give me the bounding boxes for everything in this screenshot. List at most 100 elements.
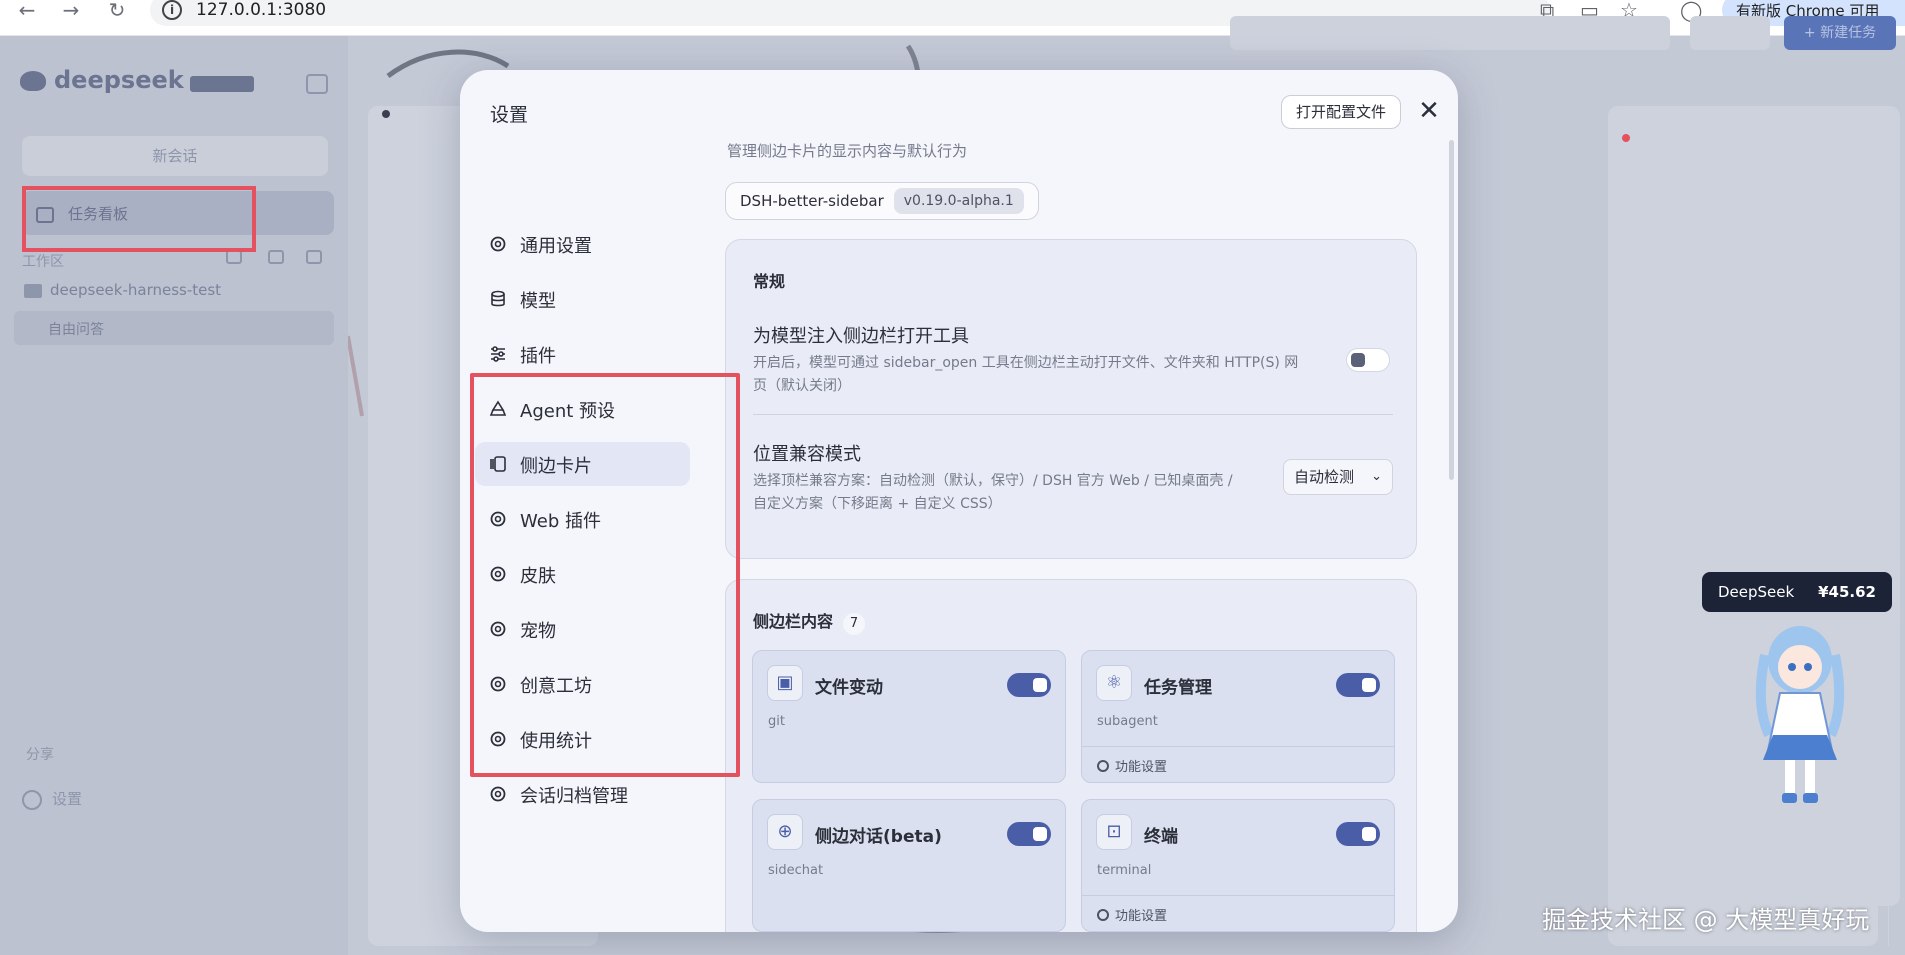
gear-icon — [1097, 909, 1109, 921]
sidebar-content-heading-text: 侧边栏内容 — [753, 612, 834, 631]
version-badge — [190, 76, 254, 92]
inject-tool-description: 开启后，模型可通过 sidebar_open 工具在侧边栏主动打开文件、文件夹和… — [753, 352, 1323, 398]
card-toggle[interactable] — [1336, 822, 1380, 846]
card-subtitle: sidechat — [768, 863, 824, 878]
compat-mode-select[interactable]: 自动检测 ⌄ — [1283, 459, 1393, 495]
card-terminal[interactable]: ⊡ 终端 terminal 功能设置 — [1081, 799, 1395, 932]
provider-name: DeepSeek — [1718, 583, 1795, 601]
gear-icon — [490, 786, 506, 802]
plugin-name: DSH-better-sidebar — [740, 192, 884, 210]
compat-mode-description: 选择顶栏兼容方案：自动检测（默认，保守）/ DSH 官方 Web / 已知桌面壳… — [753, 470, 1323, 516]
site-info-icon[interactable]: i — [162, 0, 182, 20]
nav-item-label: 会话归档管理 — [520, 786, 628, 807]
mascot-pet-image[interactable] — [1745, 615, 1855, 810]
settings-label: 设置 — [52, 790, 83, 808]
chevron-down-icon: ⌄ — [1371, 469, 1382, 484]
inject-tool-toggle[interactable] — [1346, 348, 1390, 372]
chat-item[interactable]: 自由问答 — [14, 311, 334, 345]
atom-icon: ⚛ — [1096, 665, 1132, 701]
add-folder-icon[interactable] — [306, 250, 322, 264]
gear-icon — [1097, 760, 1109, 772]
feature-settings-link[interactable]: 功能设置 — [1082, 746, 1394, 782]
bg-sidebar: deepseek 新会话 任务看板 工作区 deepseek-harness-t… — [0, 36, 348, 955]
feature-settings-link[interactable]: 功能设置 — [1082, 895, 1394, 931]
card-task-management[interactable]: ⚛ 任务管理 subagent 功能设置 — [1081, 650, 1395, 783]
share-button[interactable]: 分享 — [26, 744, 54, 764]
url-text: 127.0.0.1:3080 — [196, 0, 327, 20]
scrollbar[interactable] — [1449, 140, 1454, 480]
plugin-info-pill: DSH-better-sidebar v0.19.0-alpha.1 — [725, 182, 1039, 220]
compat-desc-line-2: 自定义方案（下移距离 + 自定义 CSS） — [753, 496, 1002, 512]
inject-tool-title: 为模型注入侧边栏打开工具 — [753, 326, 969, 347]
nav-item-label: 通用设置 — [520, 236, 592, 257]
watermark-text: 掘金技术社区 @ 大模型真好玩 — [1542, 906, 1870, 934]
sidebar-content-heading: 侧边栏内容 7 — [753, 608, 866, 635]
done-column-dot — [1622, 130, 1638, 146]
divider — [753, 414, 1393, 415]
project-label: deepseek-harness-test — [50, 281, 222, 299]
version-badge: v0.19.0-alpha.1 — [893, 188, 1024, 214]
nav-item-label: 模型 — [520, 291, 556, 312]
bg-filter-button[interactable] — [1690, 16, 1770, 50]
compat-desc-line-1: 选择顶栏兼容方案：自动检测（默认，保守）/ DSH 官方 Web / 已知桌面壳… — [753, 473, 1233, 489]
workspace-section-label: 工作区 — [22, 254, 64, 270]
card-sidechat[interactable]: ⊕ 侧边对话(beta) sidechat — [752, 799, 1066, 932]
grid-icon[interactable] — [268, 250, 284, 264]
card-title: 文件变动 — [815, 678, 883, 698]
general-panel: 常规 为模型注入侧边栏打开工具 开启后，模型可通过 sidebar_open 工… — [725, 239, 1417, 559]
terminal-icon: ⊡ — [1096, 814, 1132, 850]
highlight-box-task-board — [22, 186, 256, 252]
count-badge: 7 — [843, 613, 866, 635]
balance-widget[interactable]: DeepSeek ¥45.62 — [1702, 572, 1892, 612]
forward-icon[interactable]: → — [56, 0, 86, 22]
page-description: 管理侧边卡片的显示内容与默认行为 — [727, 142, 968, 160]
reload-icon[interactable]: ↻ — [102, 0, 132, 22]
feature-settings-label: 功能设置 — [1115, 909, 1168, 924]
search-icon[interactable] — [226, 250, 242, 264]
modal-title: 设置 — [490, 104, 529, 126]
sidebar-content-panel: 侧边栏内容 7 ▣ 文件变动 git ⚛ 任务管理 subagent 功能设置 ⊕… — [725, 579, 1417, 932]
new-task-button[interactable]: + 新建任务 — [1784, 16, 1896, 50]
column-title-icon — [382, 106, 398, 122]
compat-mode-value: 自动检测 — [1294, 468, 1355, 486]
card-toggle[interactable] — [1007, 673, 1051, 697]
logo-text: deepseek — [54, 66, 184, 94]
inject-desc-line-2: 页（默认关闭） — [753, 378, 851, 394]
database-icon — [491, 290, 505, 307]
card-subtitle: git — [768, 714, 785, 729]
card-toggle[interactable] — [1336, 673, 1380, 697]
project-item[interactable]: deepseek-harness-test — [24, 281, 221, 299]
feature-settings-label: 功能设置 — [1115, 760, 1168, 775]
app-logo: deepseek — [20, 66, 184, 94]
new-chat-button[interactable]: 新会话 — [22, 136, 328, 176]
card-subtitle: subagent — [1097, 714, 1158, 729]
balance-amount: ¥45.62 — [1818, 583, 1876, 601]
whale-logo-icon — [20, 71, 46, 91]
collapse-sidebar-icon[interactable] — [306, 74, 328, 94]
nav-item-general[interactable]: 通用设置 — [475, 222, 690, 266]
nav-item-plugins[interactable]: 插件 — [475, 332, 690, 376]
settings-button[interactable]: 设置 — [22, 788, 82, 810]
card-title: 终端 — [1144, 827, 1178, 847]
card-title: 侧边对话(beta) — [815, 827, 942, 847]
bg-search-input[interactable] — [1230, 16, 1670, 50]
card-toggle[interactable] — [1007, 822, 1051, 846]
gear-icon — [22, 789, 42, 810]
general-heading: 常规 — [753, 272, 786, 291]
compat-mode-title: 位置兼容模式 — [753, 444, 861, 465]
highlight-box-nav-group — [470, 373, 740, 777]
sliders-icon — [491, 346, 505, 362]
settings-content: 管理侧边卡片的显示内容与默认行为 DSH-better-sidebar v0.1… — [725, 70, 1433, 932]
file-change-icon: ▣ — [767, 665, 803, 701]
folder-icon — [24, 283, 42, 298]
card-subtitle: terminal — [1097, 863, 1152, 878]
back-icon[interactable]: ← — [12, 0, 42, 22]
nav-item-models[interactable]: 模型 — [475, 277, 690, 321]
gear-icon — [490, 236, 506, 252]
nav-item-archive[interactable]: 会话归档管理 — [475, 772, 690, 816]
plus-circle-icon: ⊕ — [767, 814, 803, 850]
inject-desc-line-1: 开启后，模型可通过 sidebar_open 工具在侧边栏主动打开文件、文件夹和… — [753, 355, 1299, 371]
card-title: 任务管理 — [1144, 678, 1212, 698]
nav-item-label: 插件 — [520, 346, 556, 367]
card-file-changes[interactable]: ▣ 文件变动 git — [752, 650, 1066, 783]
